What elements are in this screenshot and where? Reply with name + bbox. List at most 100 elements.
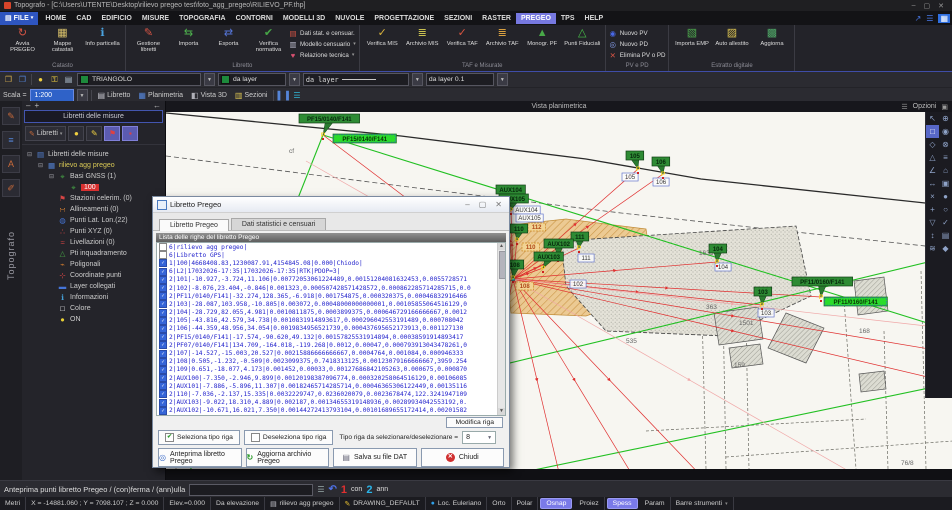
dialog-close-button[interactable]: ✕ [495,200,502,209]
row-checkbox[interactable]: ✓ [159,284,167,293]
grid-icon[interactable]: ▦ [938,13,950,23]
layer-print-icon[interactable]: ▤ [63,75,74,84]
linetype-select-arrow[interactable]: ▼ [411,73,423,86]
pregeo-row-16[interactable]: ✓ 2|AUX100|-7.350,-2.946,9.899|0.00120198… [157,374,505,383]
status-barre[interactable]: Barre strumenti ▾ [671,497,734,510]
tree-item-basi-gnss--1-[interactable]: ⊟ ⌖ Basi GNSS (1) [24,171,165,182]
fullscreen-icon[interactable]: ↗ [915,14,922,23]
selected-label-pf15-0140-f141[interactable]: PF15/0140/F141 [332,133,397,144]
pregeo-row-17[interactable]: ✓ 2|AUX101|-7.886,-5.896,11.307|0.0018246… [157,382,505,391]
option-2-word[interactable]: ann [376,486,388,493]
expand-icon[interactable]: ⊟ [37,162,44,169]
tree-item-informazioni[interactable]: ℹ Informazioni [24,292,165,303]
ribbon-button-nuovo-pv[interactable]: ◉ Nuovo PV [609,28,666,38]
ribbon-button-gestione-libretti[interactable]: ✎ Gestione libretti [129,26,168,54]
status-osnap[interactable]: Osnap [540,498,573,509]
view-button-planimetria[interactable]: ▦ Planimetria [135,90,186,102]
viewport-options-button[interactable]: Opzioni [913,103,937,110]
option-1-word[interactable]: con [351,486,362,493]
ribbon-button-nuovo-pd[interactable]: ◎ Nuovo PD [609,39,666,49]
row-checkbox[interactable]: ✓ [159,324,167,333]
status-param[interactable]: Param [640,497,671,510]
status-x[interactable]: X = -14881.060 ; Y = 7098.107 ; Z = 0.00… [26,497,165,510]
ribbon-button-verifica-mis[interactable]: ✓ Verifica MIS [363,26,402,47]
save-drawing-icon[interactable]: ❐ [17,75,28,84]
annotate-tool-icon[interactable]: A [2,155,20,173]
map-tool-icon-6[interactable]: △ [926,151,939,164]
row-checkbox[interactable]: ✓ [159,374,167,383]
pregeo-row-4[interactable]: ✓ 2|101|-10.927,-3.724,11.106|0.007720530… [157,275,505,284]
dialog-button-aggiorna-archivio-pregeo[interactable]: ↻ Aggiorna archivio Pregeo [245,448,329,467]
menu-item-nuvole[interactable]: NUVOLE [330,13,369,24]
ribbon-button-importa-emp[interactable]: ▧ Importa EMP [672,26,711,47]
map-tool-icon-16[interactable]: ▽ [926,216,939,229]
station-icon[interactable]: ⚑ [104,126,121,141]
row-type-select[interactable]: 8 ▼ [462,431,497,444]
layer-select-arrow[interactable]: ▼ [204,73,215,86]
ribbon-button-esporta[interactable]: ⇄ Esporta [209,26,248,47]
draw-tool-icon[interactable]: ✐ [2,179,20,197]
list-scrollbar[interactable]: ▲ ▼ [497,243,505,415]
dialog-tab-libretto-pregeo[interactable]: Libretto Pregeo [159,219,229,231]
pregeo-row-9[interactable]: ✓ 2|105|-43.816,42.579,34.738|0.001083191… [157,316,505,325]
modify-row-button[interactable]: Modifica riga [446,417,503,428]
menu-item-tps[interactable]: TPS [556,13,580,24]
pregeo-row-3[interactable]: ✓ 6|L2|17032026-17:35|17032026-17:35|RTK|… [157,267,505,276]
menu-item-edificio[interactable]: EDIFICIO [96,13,136,24]
map-tool-icon-0[interactable]: ↖ [926,112,939,125]
layer-select[interactable]: TRIANGOLO [77,73,201,86]
map-tool-icon-21[interactable]: ◆ [939,242,952,255]
map-tool-icon-11[interactable]: ▣ [939,177,952,190]
map-tool-icon-15[interactable]: ○ [939,203,952,216]
dialog-maximize-button[interactable]: ▢ [479,200,487,209]
status-loc[interactable]: ● Loc. Euleriano [426,497,488,510]
tile-windows-icon[interactable]: ▌▐ [277,91,288,100]
row-checkbox[interactable]: ✓ [159,398,167,407]
tree-item-libretti-delle-misure[interactable]: ⊟ ▤ Libretti delle misure [24,149,165,160]
map-tool-icon-7[interactable]: ≡ [939,151,952,164]
layers-panel-icon[interactable]: ☰ [291,91,302,100]
map-tool-icon-20[interactable]: ≋ [926,242,939,255]
tree-item-coordinate-punti[interactable]: ⊹ Coordinate punti [24,270,165,281]
ribbon-button-mappe-catastali[interactable]: ▦ Mappe catastali [43,26,82,54]
pregeo-row-11[interactable]: ✓ 2|PF15/0140/F141|-17.574,-90.620,49.132… [157,333,505,342]
map-tool-icon-4[interactable]: ◇ [926,138,939,151]
pregeo-row-18[interactable]: ✓ 2|110|-7.036,-2.137,15.335|0.0032229747… [157,390,505,399]
row-checkbox[interactable]: ✓ [159,316,167,325]
pregeo-row-6[interactable]: ✓ 2|PF11/0140/F141|-32.274,128.365,-6.918… [157,292,505,301]
status-orto[interactable]: Orto [487,497,512,510]
menu-item-modelli-3d[interactable]: MODELLI 3D [278,13,330,24]
dialog-button-salva-su-file-dat[interactable]: ▤ Salva su file DAT [333,448,417,467]
command-input[interactable] [189,483,314,496]
menu-item-cad[interactable]: CAD [71,13,96,24]
menu-item-raster[interactable]: RASTER [477,13,516,24]
hamburger-icon[interactable]: ☰ [926,14,933,23]
panel-collapse-icon[interactable]: – [26,101,30,110]
scrollbar-thumb[interactable] [499,251,505,279]
map-tool-icon-18[interactable]: ↕ [926,229,939,242]
ribbon-button-archivio-taf[interactable]: ≣ Archivio TAF [483,26,522,47]
map-tool-icon-10[interactable]: ↔ [926,177,939,190]
status-da[interactable]: Da elevazione [211,497,266,510]
menu-item-help[interactable]: HELP [580,13,609,24]
layers-tool-icon[interactable]: ≡ [2,131,20,149]
menu-item-misure[interactable]: MISURE [137,13,174,24]
selected-label-pf11-0160-f141[interactable]: PF11/0160/F141 [823,296,888,307]
tree-item-poligonali[interactable]: ⌁ Poligonali [24,259,165,270]
ribbon-button-punti-fiduciali[interactable]: △ Punti Fiduciali [563,26,602,47]
ribbon-button-importa[interactable]: ⇆ Importa [169,26,208,47]
tree-item-pti-inquadramento[interactable]: △ Pti inquadramento [24,248,165,259]
pregeo-row-5[interactable]: ✓ 2|102|-8.076,23.404,-0.846|0.001323,0.0… [157,284,505,293]
layer-lock-icon[interactable]: ⚿ [49,75,60,85]
row-checkbox[interactable] [159,243,167,252]
edit-bulb-icon[interactable]: ✎ [86,126,103,141]
tree-item-punti-xyz--0-[interactable]: ∴ Punti XYZ (0) [24,226,165,237]
row-checkbox[interactable]: ✓ [159,292,167,301]
tree-item-stazioni-celerim---0-[interactable]: ⚑ Stazioni celerim. (0) [24,193,165,204]
row-checkbox[interactable]: ✓ [159,341,167,350]
row-checkbox[interactable]: ✓ [159,382,167,391]
map-tool-icon-3[interactable]: ◉ [939,125,952,138]
row-checkbox[interactable]: ✓ [159,267,167,276]
status-proiez[interactable]: Proiez [574,497,605,510]
pregeo-row-8[interactable]: ✓ 2|104|-28.729,82.055,4.981|0.0010811875… [157,308,505,317]
